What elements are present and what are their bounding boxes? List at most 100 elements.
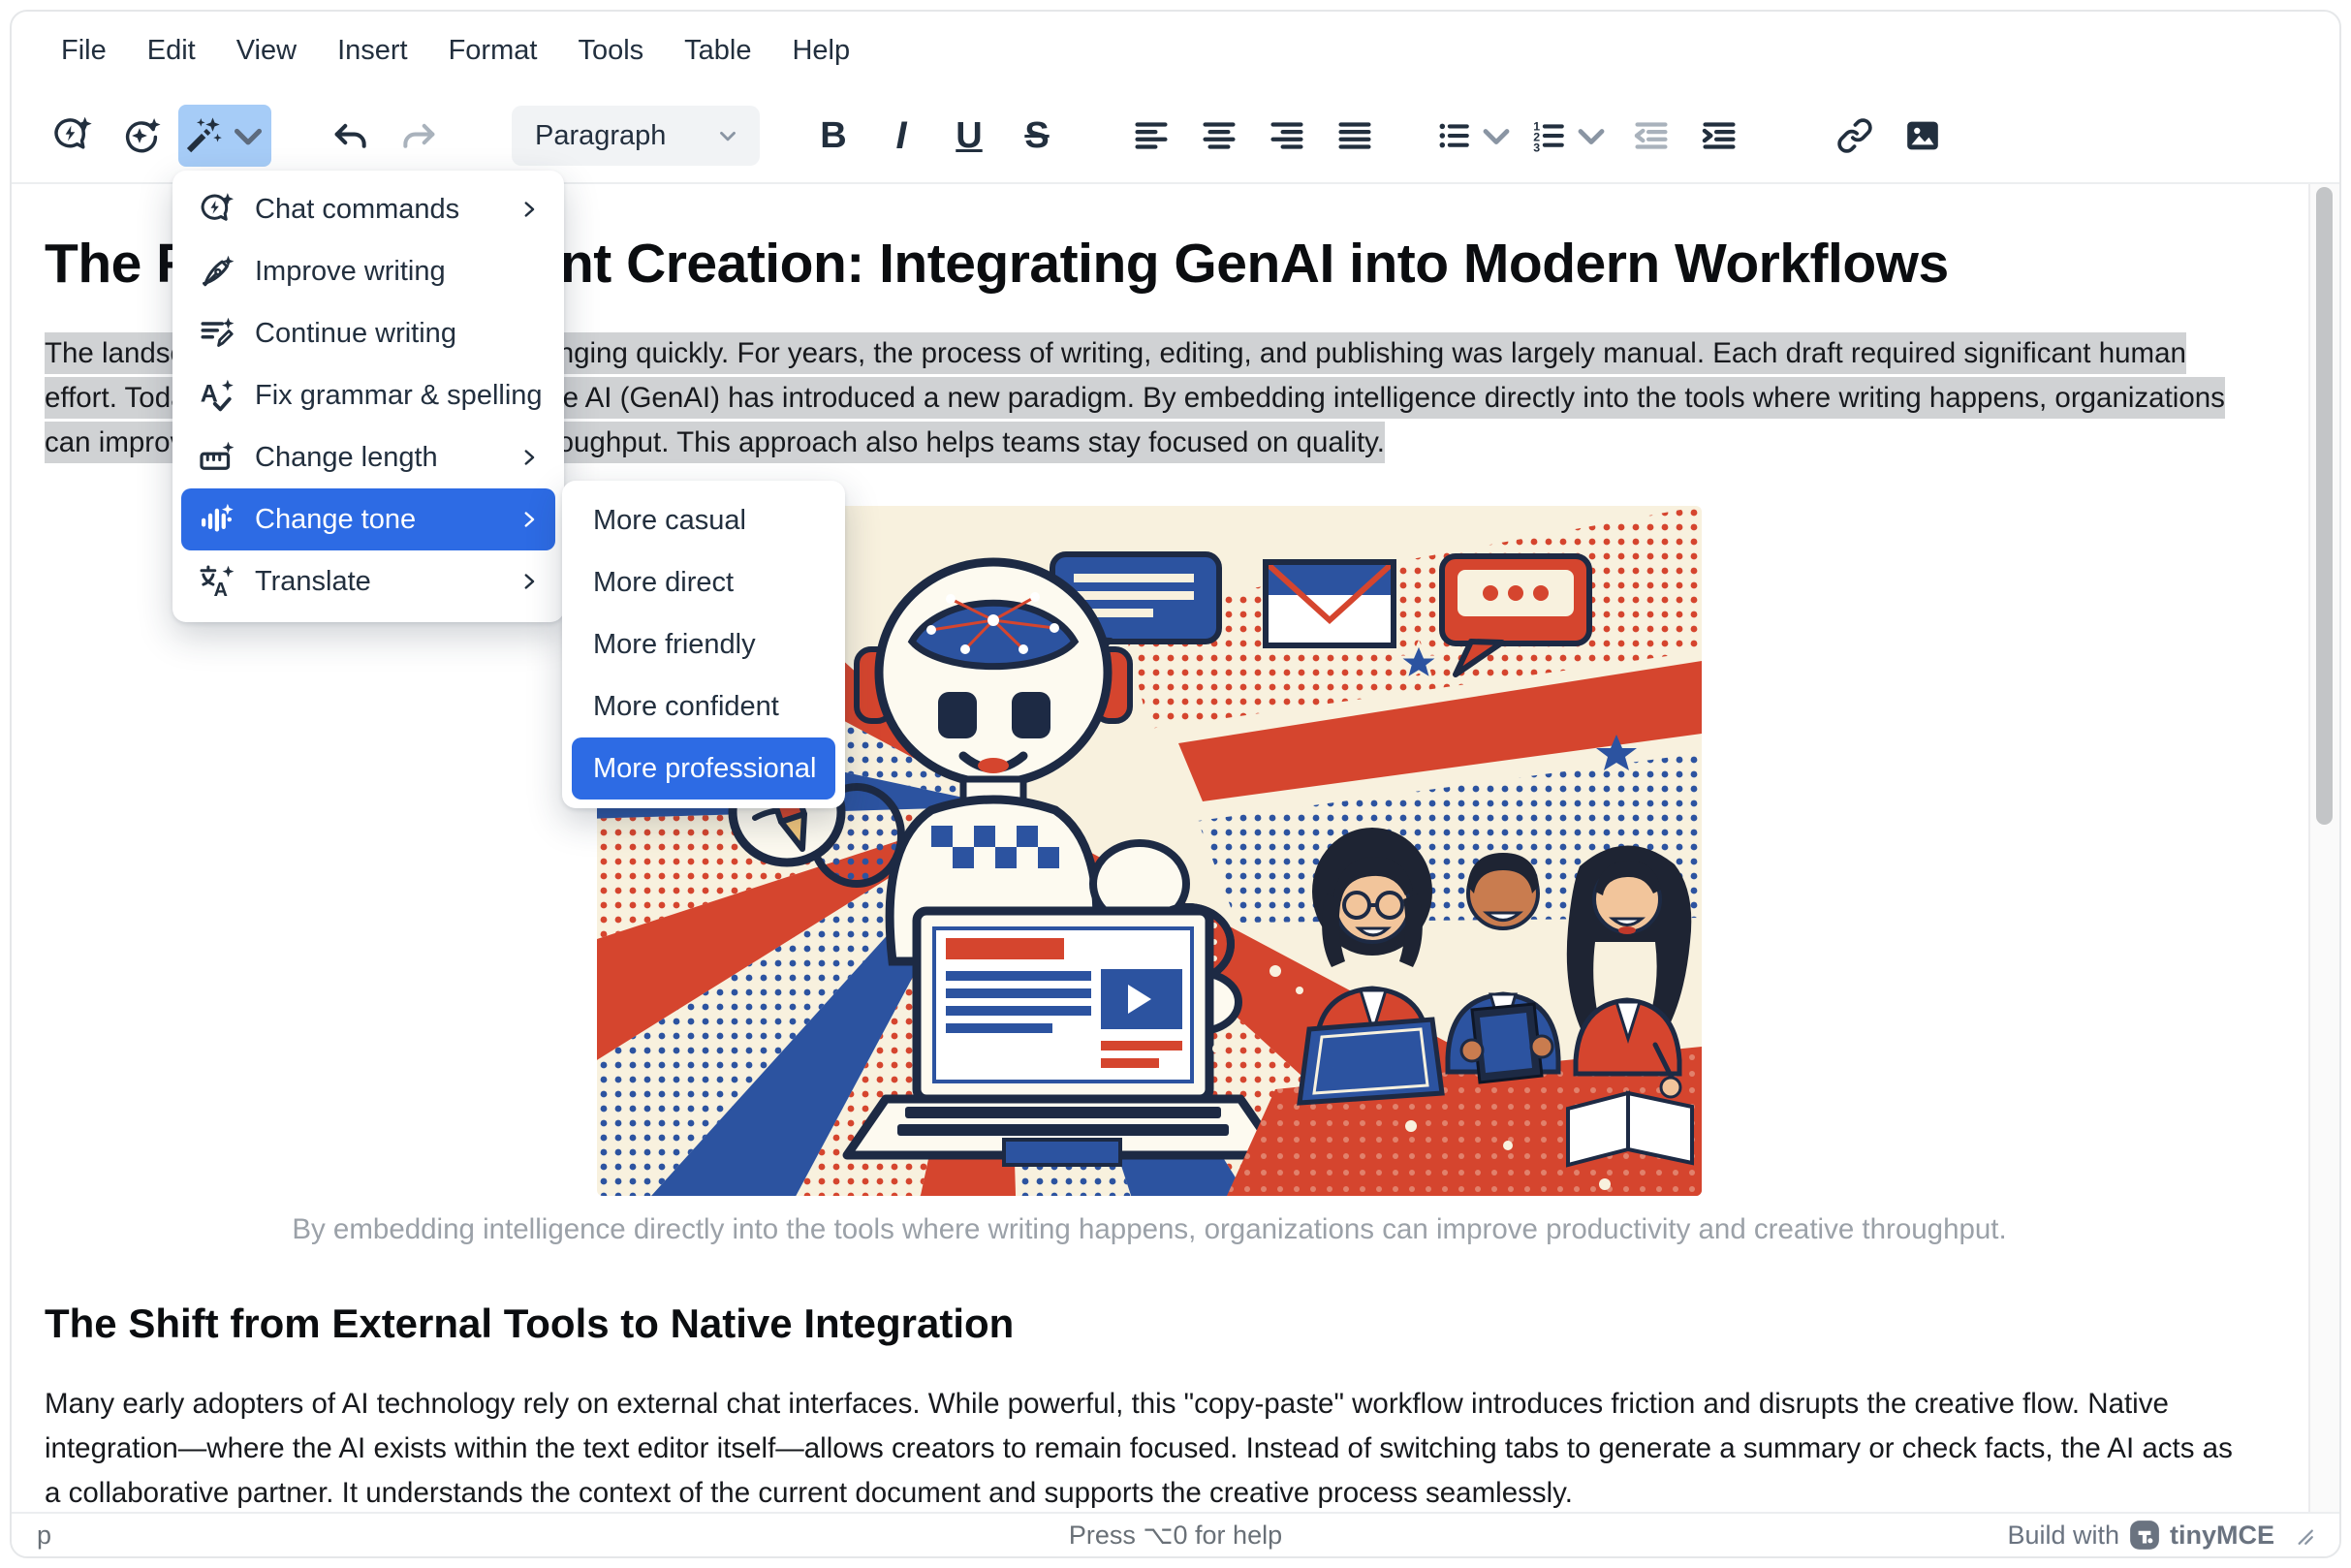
ai-chat-button[interactable] <box>43 105 101 167</box>
menu-item-translate[interactable]: A Translate <box>181 550 555 612</box>
align-left-icon <box>1129 113 1174 158</box>
branding[interactable]: Build with tinyMCE <box>1907 1519 2314 1552</box>
change-tone-icon <box>197 500 235 539</box>
chevron-right-icon <box>517 569 542 594</box>
menubar: File Edit View Insert Format Tools Table… <box>12 12 2339 89</box>
translate-icon: A <box>197 562 235 601</box>
change-length-icon <box>197 438 235 477</box>
menu-edit[interactable]: Edit <box>127 25 216 77</box>
strikethrough-button[interactable]: S <box>1008 105 1066 167</box>
resize-handle[interactable] <box>2293 1524 2314 1546</box>
numbered-list-icon: 123 <box>1527 113 1570 158</box>
numbered-list-button[interactable]: 123 <box>1527 105 1613 167</box>
ai-shortcuts-button[interactable] <box>110 105 169 167</box>
link-icon <box>1833 113 1877 158</box>
menu-item-label: Fix grammar & spelling <box>255 380 543 412</box>
ai-shortcuts-icon <box>117 113 162 158</box>
submenu-item-more-professional[interactable]: More professional <box>572 737 835 800</box>
menu-item-improve-writing[interactable]: Improve writing <box>181 240 555 302</box>
image-caption[interactable]: By embedding intelligence directly into … <box>45 1213 2254 1246</box>
help-shortcut-text: Press ⌥0 for help <box>444 1521 1907 1551</box>
underline-label: U <box>956 117 982 154</box>
paragraph-style-select[interactable]: Paragraph <box>512 106 760 166</box>
page: { "menubar": { "items": ["File", "Edit",… <box>0 0 2351 1568</box>
chevron-right-icon <box>517 445 542 470</box>
ai-chat-icon <box>49 113 94 158</box>
ai-wand-button[interactable] <box>178 105 271 167</box>
menu-format[interactable]: Format <box>428 25 558 77</box>
submenu-item-more-direct[interactable]: More direct <box>572 551 835 613</box>
bold-label: B <box>820 117 846 154</box>
continue-writing-icon <box>197 314 235 353</box>
menu-item-change-tone[interactable]: Change tone <box>181 488 555 550</box>
menu-item-fix-grammar[interactable]: A Fix grammar & spelling <box>181 364 555 426</box>
menu-item-change-length[interactable]: Change length <box>181 426 555 488</box>
submenu-item-more-confident[interactable]: More confident <box>572 675 835 737</box>
menu-item-label: Translate <box>255 566 497 598</box>
submenu-item-more-friendly[interactable]: More friendly <box>572 613 835 675</box>
chevron-right-icon <box>517 507 542 532</box>
element-path[interactable]: p <box>37 1521 444 1551</box>
undo-button[interactable] <box>322 105 380 167</box>
align-justify-icon <box>1332 113 1377 158</box>
align-left-button[interactable] <box>1122 105 1180 167</box>
outdent-button[interactable] <box>1622 105 1680 167</box>
menu-item-label: Continue writing <box>255 318 542 350</box>
menu-view[interactable]: View <box>216 25 317 77</box>
align-right-button[interactable] <box>1258 105 1316 167</box>
align-center-icon <box>1197 113 1241 158</box>
indent-icon <box>1697 113 1741 158</box>
ai-dropdown-menu: Chat commands Improve writing Continue w… <box>172 171 564 622</box>
menu-item-continue-writing[interactable]: Continue writing <box>181 302 555 364</box>
menu-item-label: Change length <box>255 442 497 474</box>
redo-button[interactable] <box>390 105 448 167</box>
menu-help[interactable]: Help <box>771 25 870 77</box>
magic-wand-icon <box>179 113 224 158</box>
menu-table[interactable]: Table <box>664 25 771 77</box>
tinymce-logo-icon <box>2128 1519 2161 1552</box>
link-button[interactable] <box>1826 105 1884 167</box>
image-button[interactable] <box>1894 105 1952 167</box>
submenu-item-more-casual[interactable]: More casual <box>572 489 835 551</box>
document-heading2[interactable]: The Shift from External Tools to Native … <box>45 1301 2254 1347</box>
branding-prefix: Build with <box>2007 1521 2119 1551</box>
document-paragraph2[interactable]: Many early adopters of AI technology rel… <box>45 1382 2254 1512</box>
menu-insert[interactable]: Insert <box>317 25 428 77</box>
scrollbar-thumb[interactable] <box>2316 187 2333 825</box>
align-center-button[interactable] <box>1190 105 1248 167</box>
italic-button[interactable]: I <box>872 105 930 167</box>
change-tone-submenu: More casual More direct More friendly Mo… <box>562 481 845 808</box>
chevron-down-icon <box>226 113 270 158</box>
align-justify-button[interactable] <box>1326 105 1384 167</box>
bullet-list-button[interactable] <box>1432 105 1518 167</box>
menu-tools[interactable]: Tools <box>557 25 664 77</box>
chat-commands-icon <box>197 190 235 229</box>
menu-file[interactable]: File <box>41 25 127 77</box>
menu-item-label: Change tone <box>255 504 497 536</box>
branding-name: tinyMCE <box>2170 1521 2274 1551</box>
underline-button[interactable]: U <box>940 105 998 167</box>
chevron-down-icon <box>1570 113 1613 158</box>
paragraph-style-value: Paragraph <box>535 120 666 152</box>
image-icon <box>1900 113 1945 158</box>
bullet-list-icon <box>1432 113 1475 158</box>
undo-icon <box>329 113 373 158</box>
strikethrough-label: S <box>1024 117 1049 154</box>
chevron-down-icon <box>1475 113 1518 158</box>
vertical-scrollbar[interactable] <box>2308 184 2339 1512</box>
menu-item-chat-commands[interactable]: Chat commands <box>181 178 555 240</box>
svg-text:A: A <box>214 580 228 601</box>
outdent-icon <box>1629 113 1674 158</box>
bold-button[interactable]: B <box>804 105 862 167</box>
chevron-right-icon <box>517 197 542 222</box>
fix-grammar-icon: A <box>197 376 235 415</box>
chevron-down-icon <box>715 123 740 148</box>
indent-button[interactable] <box>1690 105 1748 167</box>
menu-item-label: Chat commands <box>255 194 497 226</box>
svg-text:3: 3 <box>1533 141 1540 155</box>
improve-writing-icon <box>197 252 235 291</box>
align-right-icon <box>1265 113 1309 158</box>
statusbar: p Press ⌥0 for help Build with tinyMCE <box>12 1512 2339 1556</box>
redo-icon <box>396 113 441 158</box>
toolbar: Paragraph B I U S <box>12 89 2339 182</box>
